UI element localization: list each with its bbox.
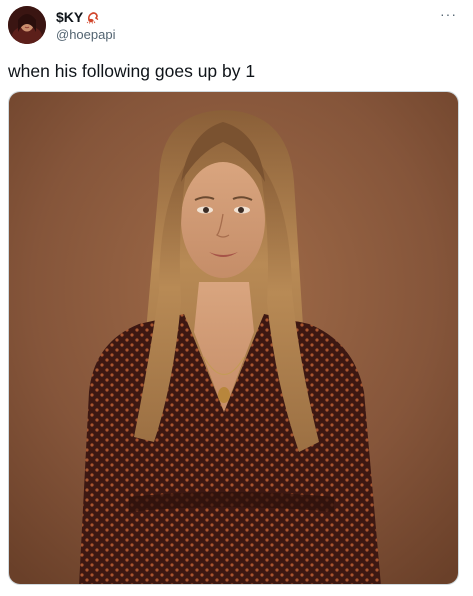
avatar[interactable] [8,6,46,44]
scorpion-emoji-icon [86,12,99,24]
author-handle[interactable]: @hoepapi [56,27,115,43]
tweet-photo[interactable] [8,91,459,585]
author-display-name[interactable]: $KY [56,9,100,25]
tweet-text: when his following goes up by 1 [8,61,256,81]
author-name-text: $KY [56,9,84,25]
more-options-button[interactable]: ··· [440,6,457,22]
tweet: $KY @hoepapi ··· when his following goes… [0,0,473,596]
avatar-image-icon [8,6,46,44]
photo-woman-smiling [9,92,458,584]
